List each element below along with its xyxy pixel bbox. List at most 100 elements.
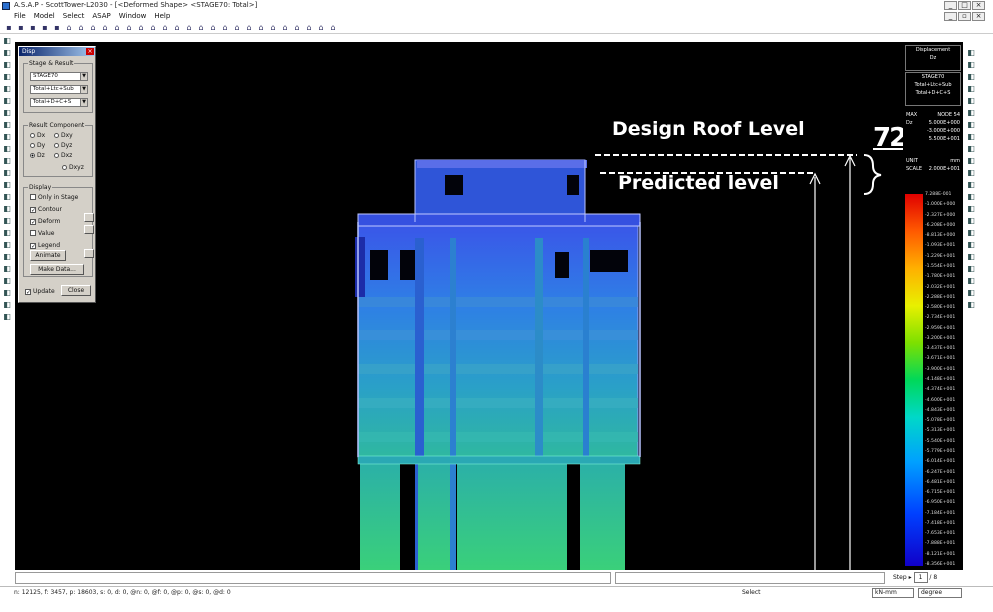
toolbar-tool-icon[interactable]: ⌂ bbox=[256, 23, 266, 32]
left-tool-icon[interactable]: ◧ bbox=[1, 191, 13, 202]
right-tool-icon[interactable]: ◧ bbox=[965, 47, 977, 58]
load-select[interactable]: Total+Ltc+Sub ▼ bbox=[30, 85, 88, 94]
angle-select[interactable]: degree bbox=[918, 588, 962, 598]
left-tool-icon[interactable]: ◧ bbox=[1, 179, 13, 190]
update-checkbox[interactable]: ✓ Update bbox=[25, 288, 55, 296]
checkbox-value[interactable]: Value bbox=[30, 230, 54, 237]
model-viewport[interactable]: Design Roof Level Predicted level bbox=[15, 42, 903, 570]
radio-dx[interactable]: Dx bbox=[30, 132, 45, 139]
toolbar-tool-icon[interactable]: ▪ bbox=[40, 23, 50, 32]
toolbar-tool-icon[interactable]: ⌂ bbox=[292, 23, 302, 32]
right-tool-icon[interactable]: ◧ bbox=[965, 167, 977, 178]
toolbar-tool-icon[interactable]: ⌂ bbox=[64, 23, 74, 32]
toolbar-tool-icon[interactable]: ⌂ bbox=[208, 23, 218, 32]
right-tool-icon[interactable]: ◧ bbox=[965, 59, 977, 70]
right-tool-icon[interactable]: ◧ bbox=[965, 95, 977, 106]
left-tool-icon[interactable]: ◧ bbox=[1, 83, 13, 94]
radio-dz[interactable]: Dz bbox=[30, 152, 45, 159]
right-tool-icon[interactable]: ◧ bbox=[965, 71, 977, 82]
toolbar-tool-icon[interactable]: ⌂ bbox=[112, 23, 122, 32]
toolbar-tool-icon[interactable]: ⌂ bbox=[160, 23, 170, 32]
left-tool-icon[interactable]: ◧ bbox=[1, 167, 13, 178]
checkbox-deform[interactable]: ✓ Deform bbox=[30, 218, 60, 226]
toolbar-tool-icon[interactable]: ⌂ bbox=[304, 23, 314, 32]
left-tool-icon[interactable]: ◧ bbox=[1, 119, 13, 130]
right-tool-icon[interactable]: ◧ bbox=[965, 275, 977, 286]
left-tool-icon[interactable]: ◧ bbox=[1, 203, 13, 214]
left-tool-icon[interactable]: ◧ bbox=[1, 215, 13, 226]
right-tool-icon[interactable]: ◧ bbox=[965, 215, 977, 226]
toolbar-tool-icon[interactable]: ⌂ bbox=[172, 23, 182, 32]
make-data-button[interactable]: Make Data... bbox=[30, 264, 84, 275]
secondary-input[interactable] bbox=[615, 572, 885, 584]
left-tool-icon[interactable]: ◧ bbox=[1, 95, 13, 106]
left-tool-icon[interactable]: ◧ bbox=[1, 287, 13, 298]
stage-select[interactable]: STAGE70 ▼ bbox=[30, 72, 88, 81]
right-tool-icon[interactable]: ◧ bbox=[965, 251, 977, 262]
left-tool-icon[interactable]: ◧ bbox=[1, 131, 13, 142]
checkbox-only-in-stage[interactable]: Only in Stage bbox=[30, 194, 78, 201]
dialog-close-icon[interactable]: × bbox=[86, 48, 94, 55]
radio-dxyz[interactable]: Dxyz bbox=[62, 164, 84, 171]
step-input[interactable]: 1 bbox=[913, 572, 928, 583]
menu-item-asap[interactable]: ASAP bbox=[92, 11, 110, 22]
left-tool-icon[interactable]: ◧ bbox=[1, 227, 13, 238]
left-tool-icon[interactable]: ◧ bbox=[1, 263, 13, 274]
combo-select[interactable]: Total+D+C+S ▼ bbox=[30, 98, 88, 107]
left-tool-icon[interactable]: ◧ bbox=[1, 71, 13, 82]
menu-item-select[interactable]: Select bbox=[63, 11, 85, 22]
right-tool-icon[interactable]: ◧ bbox=[965, 179, 977, 190]
left-tool-icon[interactable]: ◧ bbox=[1, 311, 13, 322]
toolbar-tool-icon[interactable]: ▪ bbox=[52, 23, 62, 32]
minimize-icon[interactable]: _ bbox=[944, 1, 957, 10]
doc-close-icon[interactable]: × bbox=[972, 12, 985, 21]
right-tool-icon[interactable]: ◧ bbox=[965, 143, 977, 154]
toolbar-tool-icon[interactable]: ⌂ bbox=[244, 23, 254, 32]
right-tool-icon[interactable]: ◧ bbox=[965, 83, 977, 94]
dialog-titlebar[interactable]: Disp × bbox=[19, 47, 95, 56]
right-tool-icon[interactable]: ◧ bbox=[965, 191, 977, 202]
toolbar-tool-icon[interactable]: ⌂ bbox=[124, 23, 134, 32]
toolbar-tool-icon[interactable]: ⌂ bbox=[316, 23, 326, 32]
radio-dxz[interactable]: Dxz bbox=[54, 152, 72, 159]
left-tool-icon[interactable]: ◧ bbox=[1, 275, 13, 286]
checkbox-contour[interactable]: ✓ Contour bbox=[30, 206, 62, 214]
deform-options-button[interactable] bbox=[84, 225, 94, 234]
menu-item-window[interactable]: Window bbox=[119, 11, 147, 22]
left-tool-icon[interactable]: ◧ bbox=[1, 47, 13, 58]
command-input[interactable] bbox=[15, 572, 611, 584]
doc-minimize-icon[interactable]: _ bbox=[944, 12, 957, 21]
toolbar-tool-icon[interactable]: ▪ bbox=[28, 23, 38, 32]
toolbar-tool-icon[interactable]: ⌂ bbox=[280, 23, 290, 32]
menu-item-help[interactable]: Help bbox=[154, 11, 170, 22]
right-tool-icon[interactable]: ◧ bbox=[965, 131, 977, 142]
toolbar-tool-icon[interactable]: ⌂ bbox=[232, 23, 242, 32]
toolbar-tool-icon[interactable]: ⌂ bbox=[268, 23, 278, 32]
right-tool-icon[interactable]: ◧ bbox=[965, 119, 977, 130]
right-tool-icon[interactable]: ◧ bbox=[965, 263, 977, 274]
left-tool-icon[interactable]: ◧ bbox=[1, 299, 13, 310]
animate-button[interactable]: Animate bbox=[30, 250, 66, 261]
right-tool-icon[interactable]: ◧ bbox=[965, 203, 977, 214]
right-tool-icon[interactable]: ◧ bbox=[965, 287, 977, 298]
close-icon[interactable]: × bbox=[972, 1, 985, 10]
toolbar-tool-icon[interactable]: ⌂ bbox=[100, 23, 110, 32]
left-tool-icon[interactable]: ◧ bbox=[1, 155, 13, 166]
radio-dxy[interactable]: Dxy bbox=[54, 132, 73, 139]
toolbar-tool-icon[interactable]: ⌂ bbox=[220, 23, 230, 32]
toolbar-tool-icon[interactable]: ▪ bbox=[16, 23, 26, 32]
toolbar-tool-icon[interactable]: ⌂ bbox=[88, 23, 98, 32]
radio-dy[interactable]: Dy bbox=[30, 142, 45, 149]
right-tool-icon[interactable]: ◧ bbox=[965, 299, 977, 310]
right-tool-icon[interactable]: ◧ bbox=[965, 155, 977, 166]
radio-dyz[interactable]: Dyz bbox=[54, 142, 72, 149]
left-tool-icon[interactable]: ◧ bbox=[1, 35, 13, 46]
right-tool-icon[interactable]: ◧ bbox=[965, 239, 977, 250]
close-button[interactable]: Close bbox=[61, 285, 91, 296]
left-tool-icon[interactable]: ◧ bbox=[1, 107, 13, 118]
menu-item-file[interactable]: File bbox=[14, 11, 26, 22]
unit-select[interactable]: kN-mm bbox=[872, 588, 914, 598]
toolbar-tool-icon[interactable]: ⌂ bbox=[184, 23, 194, 32]
toolbar-tool-icon[interactable]: ⌂ bbox=[328, 23, 338, 32]
toolbar-tool-icon[interactable]: ⌂ bbox=[148, 23, 158, 32]
